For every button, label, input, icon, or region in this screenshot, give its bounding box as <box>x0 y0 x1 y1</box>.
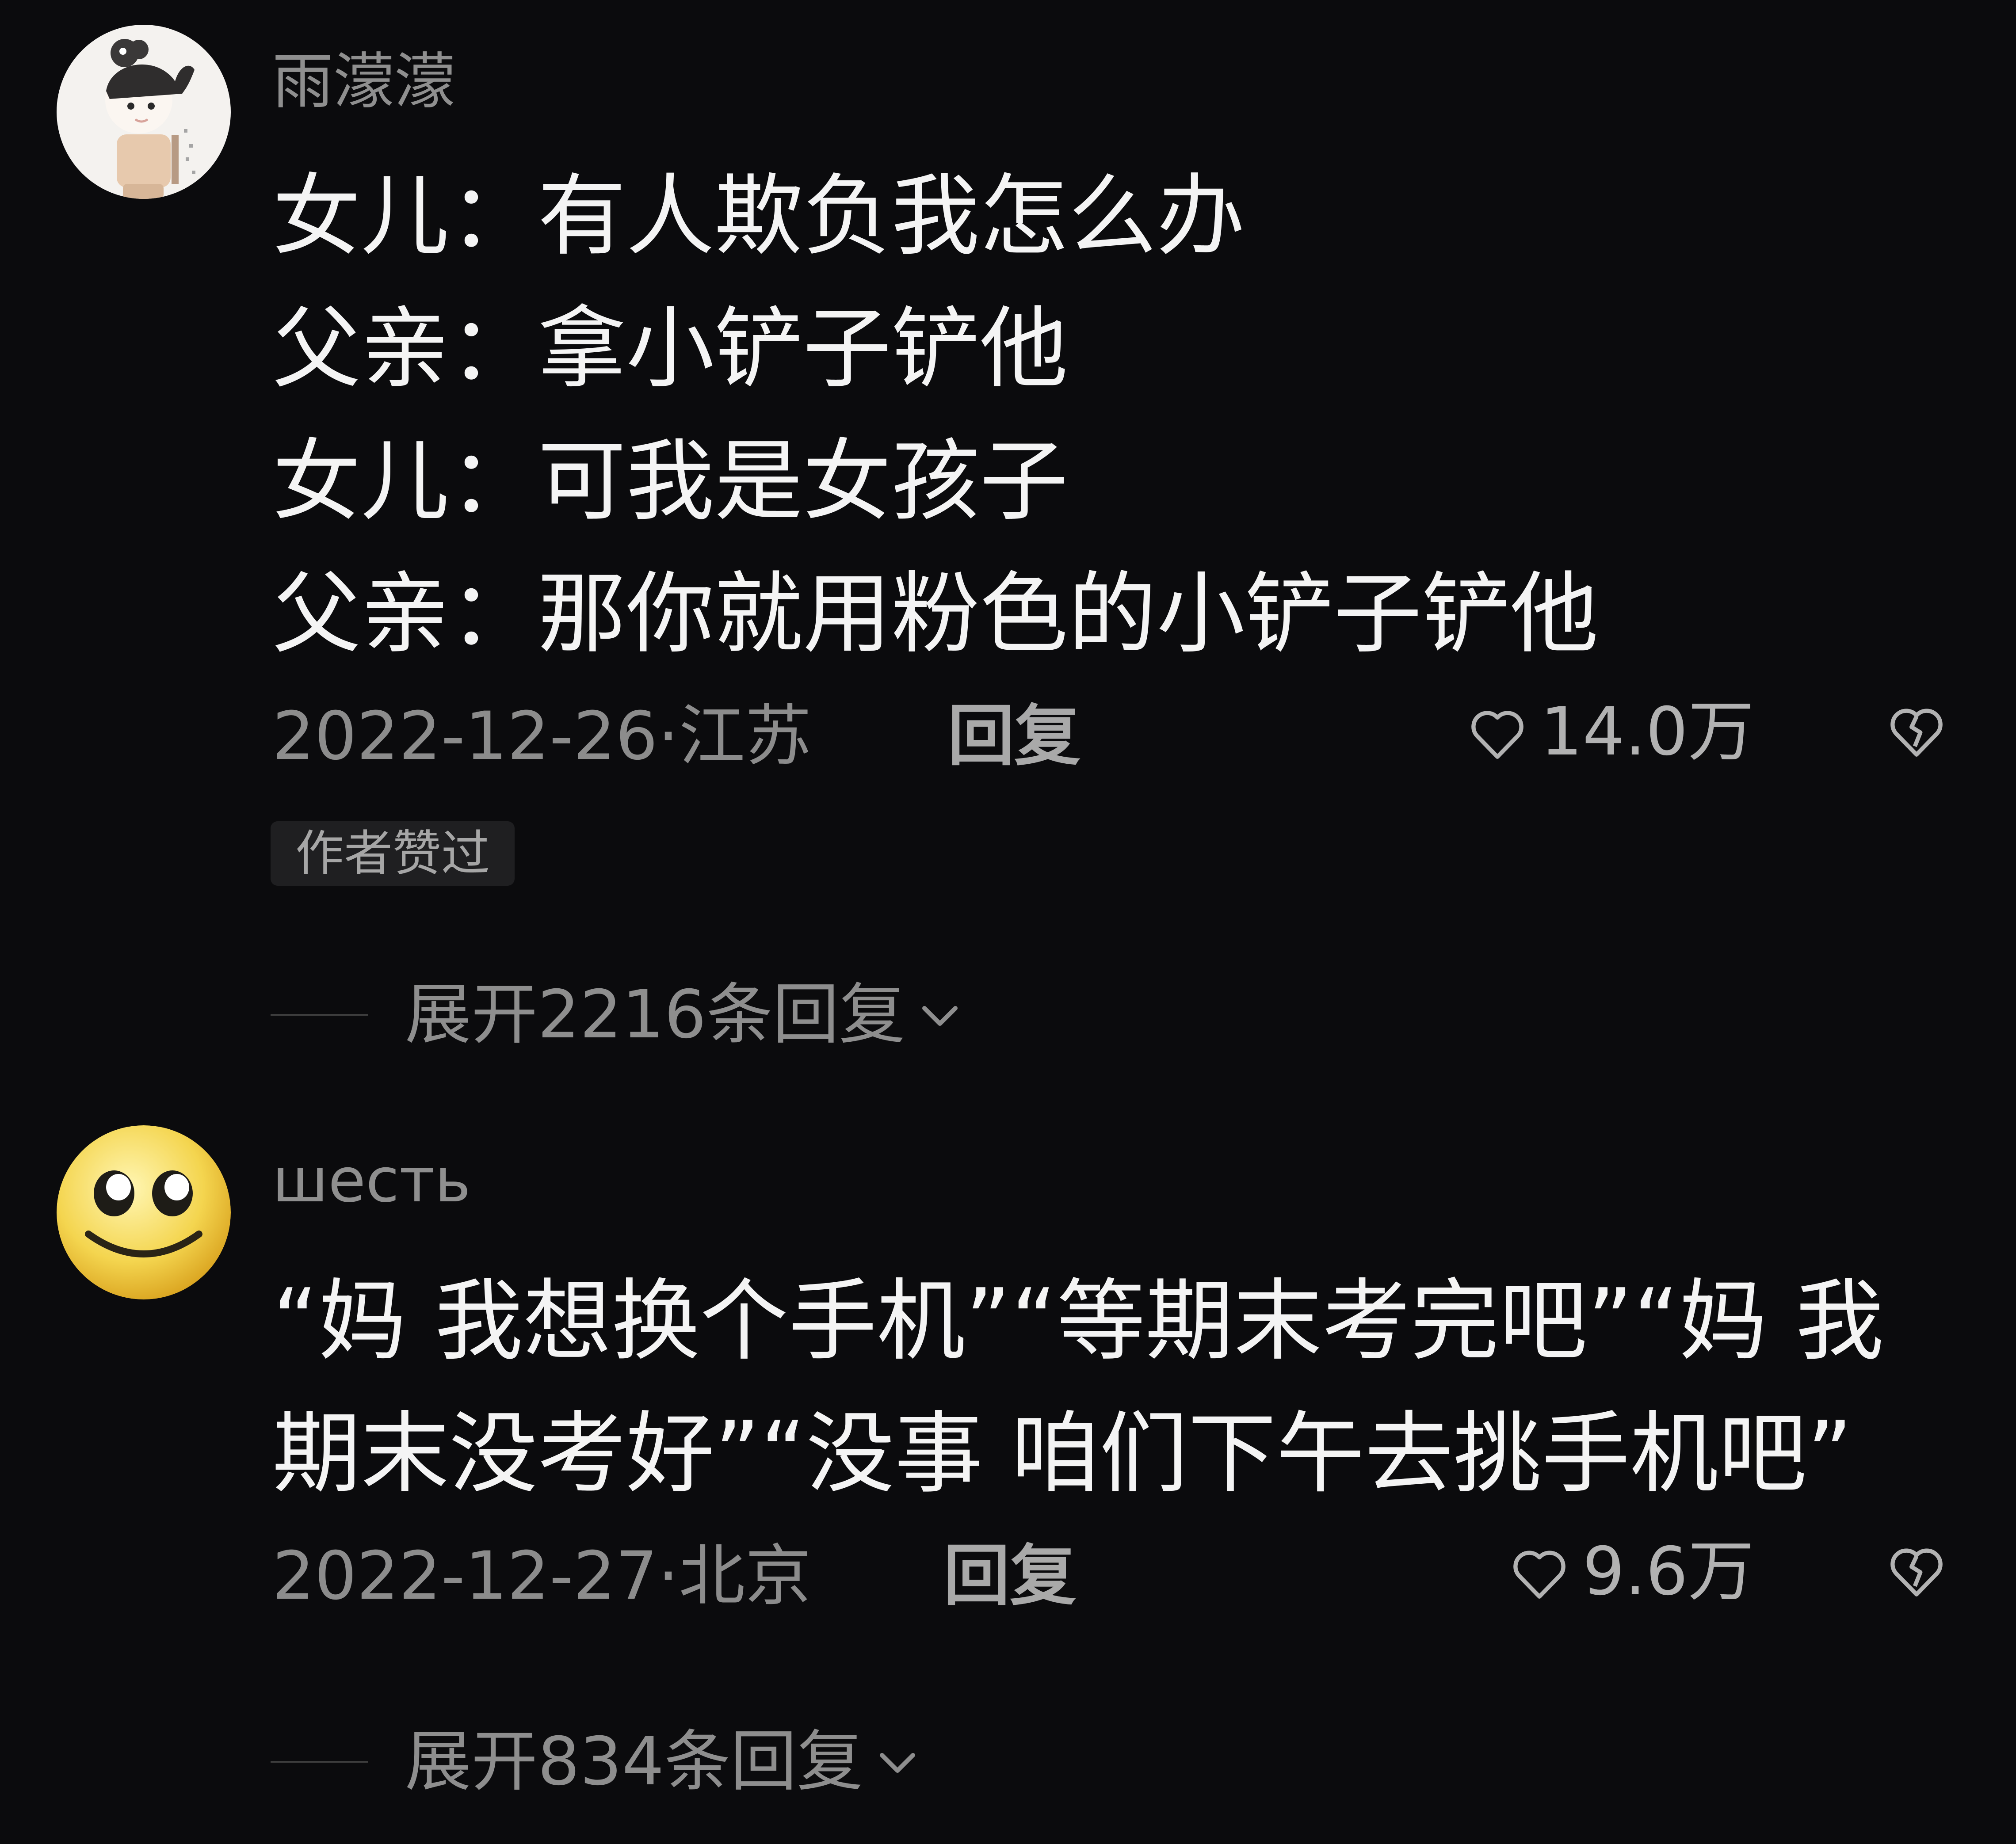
like-count: 14.0万 <box>1540 693 1754 770</box>
avatar-cartoon-boy-icon <box>57 25 231 199</box>
user-avatar[interactable] <box>57 1125 231 1299</box>
broken-heart-icon[interactable] <box>1883 697 1950 763</box>
expand-replies-button[interactable]: 展开834条回复 <box>271 1722 924 1802</box>
smiley-face-icon <box>57 1125 231 1299</box>
comment-username[interactable]: 雨濛濛 <box>272 44 455 119</box>
expand-divider <box>271 1014 368 1016</box>
comment-date-location: 2022-12-27·北京 <box>272 1538 812 1615</box>
comment-body: “妈 我想换个手机”“等期末考完吧”“妈 我期末没考好”“没事 咱们下午去挑手机… <box>272 1270 1884 1505</box>
reply-button[interactable]: 回复 <box>948 697 1081 776</box>
comment-body: 女儿：有人欺负我怎么办 父亲：拿小铲子铲他 女儿：可我是女孩子 父亲：那你就用粉… <box>272 150 1961 681</box>
comment-line: 女儿：可我是女孩子 <box>272 430 1069 533</box>
like-button[interactable]: 14.0万 <box>1464 692 1754 772</box>
author-liked-badge: 作者赞过 <box>271 821 515 886</box>
heart-outline-icon <box>1471 711 1523 759</box>
like-button[interactable]: 9.6万 <box>1506 1532 1754 1612</box>
reply-button[interactable]: 回复 <box>943 1536 1076 1616</box>
expand-replies-button[interactable]: 展开2216条回复 <box>271 975 966 1055</box>
expand-replies-label: 展开834条回复 <box>405 1723 863 1800</box>
expand-divider <box>271 1761 368 1763</box>
comment-username[interactable]: шесть <box>272 1143 471 1218</box>
like-count: 9.6万 <box>1582 1533 1754 1610</box>
comment-line: 父亲：那你就用粉色的小铲子铲他 <box>272 563 1599 666</box>
comment-line: 父亲：拿小铲子铲他 <box>272 297 1069 400</box>
chevron-down-icon <box>880 1753 916 1773</box>
comment-date-location: 2022-12-26·江苏 <box>272 698 812 775</box>
heart-outline-icon <box>1513 1551 1566 1599</box>
expand-replies-label: 展开2216条回复 <box>405 976 905 1053</box>
broken-heart-icon[interactable] <box>1883 1536 1950 1603</box>
user-avatar[interactable] <box>57 25 231 199</box>
chevron-down-icon <box>922 1006 958 1026</box>
comment-line: 女儿：有人欺负我怎么办 <box>272 165 1245 268</box>
